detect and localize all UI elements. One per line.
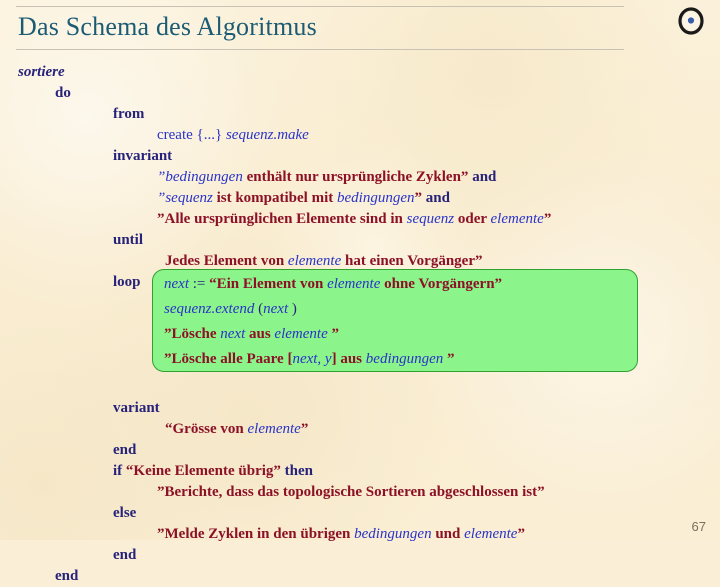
code-line-sortiere: sortiere [0, 62, 720, 83]
box-line-loesche-next: ”Lösche next aus elemente ” [153, 322, 637, 347]
token-variant-text: “Grösse von [165, 421, 248, 437]
token-from: from [113, 106, 145, 122]
token-variant: variant [113, 400, 160, 416]
code-line-from: from [0, 104, 720, 125]
token-end-if: end [113, 547, 137, 563]
loop-body-highlight-box: next := “Ein Element von elemente ohne V… [152, 269, 638, 372]
box-line-sequenz-extend: sequenz.extend (next ) [153, 297, 637, 322]
token-inv3-text3: ” [543, 211, 552, 227]
code-line-invariant-3: ”Alle ursprünglichen Elemente sind in se… [0, 209, 720, 230]
token-if: if [113, 463, 126, 479]
token-inv3-text: ”Alle ursprünglichen Elemente sind in [157, 211, 407, 227]
code-line-end-if: end [0, 545, 720, 566]
token-box4-text2: ] aus [331, 351, 366, 367]
token-braces: {...} [196, 127, 223, 143]
token-inv2-text2: ” [414, 190, 426, 206]
token-box4-text1: ”Lösche alle Paare [ [164, 351, 293, 367]
token-box3-next: next [220, 326, 246, 342]
code-line-create: create {...} sequenz.make [0, 125, 720, 146]
token-until-text: Jedes Element von [165, 253, 288, 269]
token-do: do [55, 85, 71, 101]
token-sequenz-make: sequenz.make [225, 127, 309, 143]
token-end-outer: end [55, 568, 79, 584]
code-line-end-loop: end [0, 440, 720, 461]
token-box3-text3: ” [327, 326, 339, 342]
token-box-paren-open: ( [254, 301, 264, 317]
token-box-text1: “Ein Element von [209, 276, 328, 292]
slide-canvas: Das Schema des Algoritmus sortiere do fr… [0, 0, 720, 584]
token-inv1-and: and [472, 169, 497, 185]
token-invariant: invariant [113, 148, 173, 164]
token-until-var: elemente [287, 253, 342, 269]
code-line-else-body: ”Melde Zyklen in den übrigen bedingungen… [0, 524, 720, 545]
token-variant-text2: ” [300, 421, 309, 437]
token-until: until [113, 232, 144, 248]
token-box4-bedingungen: bedingungen [365, 351, 444, 367]
token-create: create [157, 127, 193, 143]
token-loop: loop [113, 274, 141, 290]
header-rule-bottom [16, 49, 624, 50]
token-else: else [113, 505, 137, 521]
code-line-variant: variant [0, 398, 720, 419]
token-box4-text3: ” [443, 351, 455, 367]
token-box-assign-op: := [188, 276, 210, 292]
token-inv2-text: ist kompatibel mit [212, 190, 338, 206]
code-line-if-body: ”Berichte, dass das topologische Sortier… [0, 482, 720, 503]
token-box4-pair: next, y [292, 351, 332, 367]
page-number: 67 [691, 519, 706, 534]
code-line-end-outer: end [0, 566, 720, 587]
token-variant-var: elemente [247, 421, 301, 437]
code-line-invariant: invariant [0, 146, 720, 167]
token-if-condition: “Keine Elemente übrig” [125, 463, 281, 479]
token-box-sequenz-extend: sequenz.extend [164, 301, 255, 317]
code-line-spacer-5 [0, 377, 720, 398]
token-inv2-var: ”sequenz [157, 190, 213, 206]
token-box-next: next [164, 276, 189, 292]
token-box-paren-close: ) [288, 301, 297, 317]
eye-circle-icon [678, 7, 704, 35]
code-line-do: do [0, 83, 720, 104]
token-inv3-text2: oder [454, 211, 491, 227]
token-inv1-text: enthält nur ursprüngliche Zyklen” [242, 169, 473, 185]
code-line-invariant-2: ”sequenz ist kompatibel mit bedingungen”… [0, 188, 720, 209]
token-if-body-text: ”Berichte, dass das topologische Sortier… [157, 484, 545, 500]
token-box3-text2: aus [245, 326, 275, 342]
token-until-text2: hat einen Vorgänger” [341, 253, 483, 269]
token-box-arg-next: next [263, 301, 289, 317]
code-line-else: else [0, 503, 720, 524]
slide-title: Das Schema des Algoritmus [18, 12, 317, 41]
token-end-loop: end [113, 442, 137, 458]
token-box-text2: ohne Vorgängern” [380, 276, 503, 292]
token-then: then [280, 463, 313, 479]
token-inv2-and: and [425, 190, 450, 206]
code-line-until: until [0, 230, 720, 251]
code-line-variant-expr: “Grösse von elemente” [0, 419, 720, 440]
box-line-assign-next: next := “Ein Element von elemente ohne V… [153, 272, 637, 297]
token-inv1-var: ”bedingungen [157, 169, 243, 185]
token-box-elemente: elemente [327, 276, 381, 292]
token-inv3-var1: sequenz [406, 211, 455, 227]
code-line-invariant-1: ”bedingungen enthält nur ursprüngliche Z… [0, 167, 720, 188]
token-box3-elemente: elemente [274, 326, 328, 342]
box-line-loesche-paare: ”Lösche alle Paare [next, y] aus bedingu… [153, 347, 637, 372]
token-sortiere: sortiere [18, 64, 65, 80]
code-line-if: if “Keine Elemente übrig” then [0, 461, 720, 482]
token-inv3-var2: elemente [490, 211, 544, 227]
token-box3-text1: ”Lösche [164, 326, 221, 342]
token-inv2-var2: bedingungen [337, 190, 415, 206]
header-rule-top [16, 6, 624, 7]
